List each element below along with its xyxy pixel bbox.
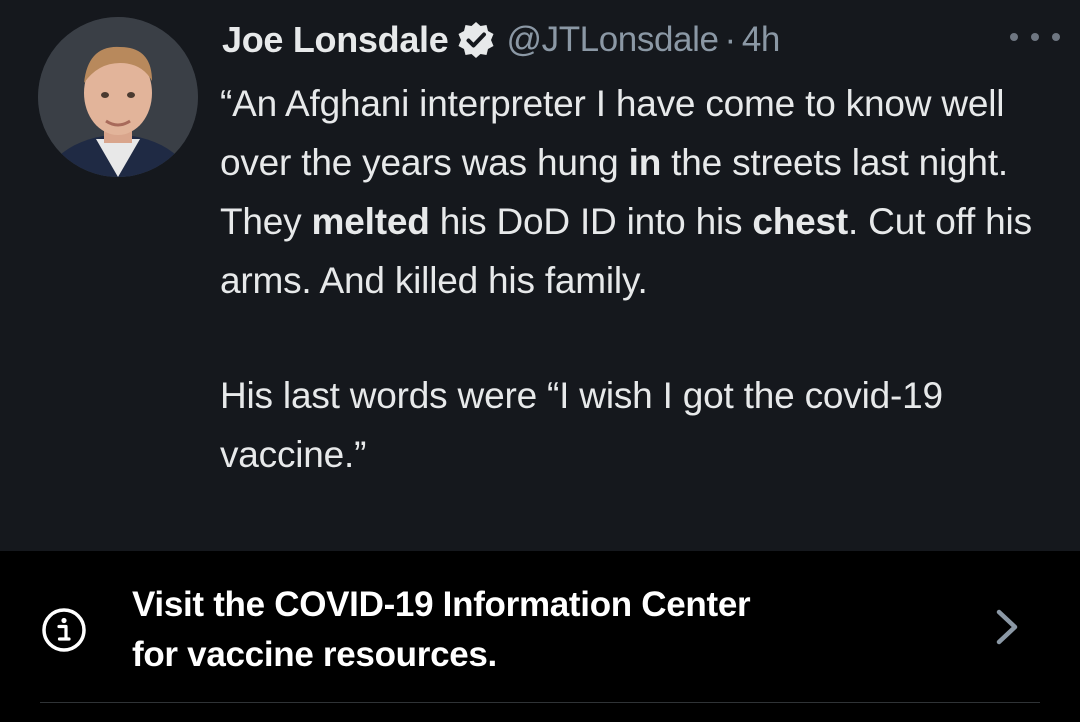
divider (40, 702, 1040, 703)
tweet-text-bold: melted (311, 201, 430, 242)
tweet-paragraph: “An Afghani interpreter I have come to k… (220, 74, 1060, 310)
info-banner-text[interactable]: Visit the COVID-19 Information Center fo… (132, 580, 952, 680)
verified-badge-icon (456, 20, 496, 60)
avatar-image (38, 17, 198, 177)
author-handle[interactable]: @JTLonsdale (506, 20, 718, 60)
display-name[interactable]: Joe Lonsdale (222, 19, 449, 61)
tweet-text-segment: his DoD ID into his (429, 201, 753, 242)
more-dot (1010, 33, 1018, 41)
more-horizontal-icon[interactable] (1010, 22, 1060, 52)
tweet-paragraph: His last words were “I wish I got the co… (220, 375, 943, 475)
info-banner-line: for vaccine resources. (132, 635, 497, 674)
more-dot (1031, 33, 1039, 41)
info-banner-line: Visit the COVID-19 Information Center (132, 585, 751, 624)
tweet-card[interactable]: Joe Lonsdale @JTLonsdale · 4h “An Afghan… (0, 0, 1080, 551)
tweet-text-bold: in (628, 142, 662, 183)
separator-dot: · (724, 20, 737, 59)
tweet-header: Joe Lonsdale @JTLonsdale · 4h (222, 14, 780, 66)
chevron-right-icon[interactable] (990, 605, 1024, 649)
tweet-text: “An Afghani interpreter I have come to k… (220, 74, 1060, 484)
info-icon (40, 606, 88, 654)
timestamp[interactable]: 4h (742, 20, 781, 60)
avatar[interactable] (38, 17, 198, 177)
tweet-text-bold: chest (752, 201, 849, 242)
more-dot (1052, 33, 1060, 41)
